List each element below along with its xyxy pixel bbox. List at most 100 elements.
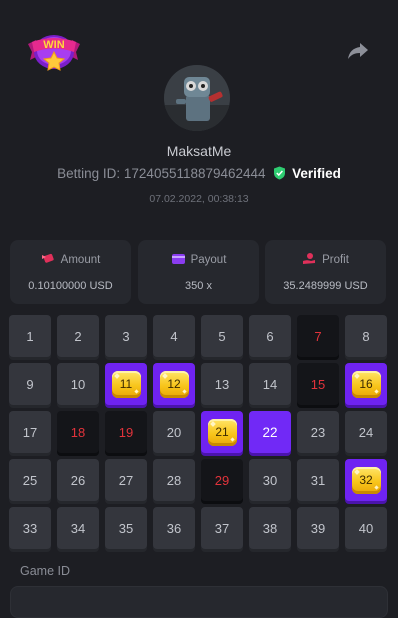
game-id-field[interactable] bbox=[10, 586, 388, 618]
game-id-label: Game ID bbox=[20, 564, 71, 578]
keno-cell-number: 6 bbox=[266, 328, 274, 344]
betting-id-label: Betting ID: bbox=[57, 166, 121, 181]
keno-cell-9[interactable]: 9 bbox=[9, 363, 51, 405]
wallet-icon bbox=[171, 254, 185, 264]
keno-cell-number: 18 bbox=[70, 424, 86, 440]
keno-cell-13[interactable]: 13 bbox=[201, 363, 243, 405]
keno-cell-number: 35 bbox=[118, 520, 134, 536]
keno-cell-number: 26 bbox=[70, 472, 86, 488]
profit-card: Profit 35.2489999 USD bbox=[265, 240, 386, 304]
keno-cell-12[interactable]: 12 bbox=[153, 363, 195, 405]
keno-cell-number: 24 bbox=[358, 424, 374, 440]
keno-cell-number: 8 bbox=[362, 328, 370, 344]
keno-cell-1[interactable]: 1 bbox=[9, 315, 51, 357]
keno-cell-2[interactable]: 2 bbox=[57, 315, 99, 357]
keno-cell-38[interactable]: 38 bbox=[249, 507, 291, 549]
verified-label: Verified bbox=[292, 166, 341, 181]
keno-cell-32[interactable]: 32 bbox=[345, 459, 387, 501]
gem-icon: 16 bbox=[351, 370, 381, 398]
keno-cell-26[interactable]: 26 bbox=[57, 459, 99, 501]
keno-cell-number: 34 bbox=[70, 520, 86, 536]
keno-cell-number: 13 bbox=[214, 376, 230, 392]
keno-cell-23[interactable]: 23 bbox=[297, 411, 339, 453]
keno-cell-number: 31 bbox=[310, 472, 326, 488]
keno-cell-3[interactable]: 3 bbox=[105, 315, 147, 357]
hand-coins-icon bbox=[303, 253, 316, 264]
keno-cell-number: 25 bbox=[22, 472, 38, 488]
keno-cell-number: 33 bbox=[22, 520, 38, 536]
keno-cell-19[interactable]: 19 bbox=[105, 411, 147, 453]
keno-cell-10[interactable]: 10 bbox=[57, 363, 99, 405]
keno-cell-number: 28 bbox=[166, 472, 182, 488]
keno-cell-39[interactable]: 39 bbox=[297, 507, 339, 549]
profit-value: 35.2489999 USD bbox=[283, 280, 368, 292]
keno-cell-25[interactable]: 25 bbox=[9, 459, 51, 501]
keno-cell-number: 37 bbox=[214, 520, 230, 536]
keno-cell-number: 23 bbox=[310, 424, 326, 440]
gem-icon: 12 bbox=[159, 370, 189, 398]
keno-cell-number: 39 bbox=[310, 520, 326, 536]
share-button[interactable] bbox=[346, 40, 370, 62]
betting-id-value: 1724055118879462444 bbox=[123, 166, 266, 181]
keno-cell-29[interactable]: 29 bbox=[201, 459, 243, 501]
keno-cell-16[interactable]: 16 bbox=[345, 363, 387, 405]
amount-card: Amount 0.10100000 USD bbox=[10, 240, 131, 304]
keno-cell-5[interactable]: 5 bbox=[201, 315, 243, 357]
share-arrow-icon bbox=[348, 43, 368, 59]
svg-text:WIN: WIN bbox=[43, 39, 64, 51]
amount-value: 0.10100000 USD bbox=[28, 280, 113, 292]
keno-cell-7[interactable]: 7 bbox=[297, 315, 339, 357]
keno-cell-20[interactable]: 20 bbox=[153, 411, 195, 453]
bet-datetime: 07.02.2022, 00:38:13 bbox=[149, 193, 249, 205]
keno-cell-number: 19 bbox=[118, 424, 134, 440]
avatar bbox=[164, 65, 230, 131]
keno-cell-33[interactable]: 33 bbox=[9, 507, 51, 549]
keno-cell-40[interactable]: 40 bbox=[345, 507, 387, 549]
keno-cell-number: 36 bbox=[166, 520, 182, 536]
keno-cell-15[interactable]: 15 bbox=[297, 363, 339, 405]
keno-cell-24[interactable]: 24 bbox=[345, 411, 387, 453]
betting-id-line: Betting ID: 1724055118879462444 Verified bbox=[0, 166, 398, 181]
keno-cell-number: 7 bbox=[314, 328, 322, 344]
keno-cell-35[interactable]: 35 bbox=[105, 507, 147, 549]
keno-cell-number: 38 bbox=[262, 520, 278, 536]
profit-label: Profit bbox=[322, 254, 349, 266]
keno-cell-36[interactable]: 36 bbox=[153, 507, 195, 549]
keno-cell-8[interactable]: 8 bbox=[345, 315, 387, 357]
keno-cell-21[interactable]: 21 bbox=[201, 411, 243, 453]
keno-cell-17[interactable]: 17 bbox=[9, 411, 51, 453]
keno-cell-number: 17 bbox=[22, 424, 38, 440]
keno-cell-4[interactable]: 4 bbox=[153, 315, 195, 357]
money-wings-icon bbox=[41, 253, 54, 263]
keno-cell-31[interactable]: 31 bbox=[297, 459, 339, 501]
keno-cell-6[interactable]: 6 bbox=[249, 315, 291, 357]
keno-cell-number: 2 bbox=[74, 328, 82, 344]
keno-cell-number: 30 bbox=[262, 472, 278, 488]
keno-cell-number: 4 bbox=[170, 328, 178, 344]
keno-cell-number: 14 bbox=[262, 376, 278, 392]
keno-cell-14[interactable]: 14 bbox=[249, 363, 291, 405]
keno-cell-number: 22 bbox=[262, 424, 278, 440]
keno-cell-37[interactable]: 37 bbox=[201, 507, 243, 549]
gem-icon: 32 bbox=[351, 466, 381, 494]
win-badge-logo: WIN bbox=[22, 26, 86, 74]
keno-cell-number: 27 bbox=[118, 472, 134, 488]
keno-cell-number: 10 bbox=[70, 376, 86, 392]
payout-value: 350 x bbox=[185, 280, 212, 292]
keno-cell-number: 3 bbox=[122, 328, 130, 344]
keno-cell-30[interactable]: 30 bbox=[249, 459, 291, 501]
keno-cell-11[interactable]: 11 bbox=[105, 363, 147, 405]
keno-board: 1 2 3 4 5 6 7 8 9 10 11 12 13 14 15 16 17 18 19 20 21 22 23 24 2… bbox=[9, 315, 387, 549]
keno-cell-number: 40 bbox=[358, 520, 374, 536]
keno-cell-number: 5 bbox=[218, 328, 226, 344]
keno-cell-28[interactable]: 28 bbox=[153, 459, 195, 501]
keno-cell-22[interactable]: 22 bbox=[249, 411, 291, 453]
payout-card: Payout 350 x bbox=[138, 240, 259, 304]
gem-icon: 21 bbox=[207, 418, 237, 446]
keno-cell-18[interactable]: 18 bbox=[57, 411, 99, 453]
keno-cell-number: 1 bbox=[26, 328, 34, 344]
verified-shield-icon bbox=[274, 166, 286, 180]
keno-cell-number: 9 bbox=[26, 376, 34, 392]
keno-cell-27[interactable]: 27 bbox=[105, 459, 147, 501]
keno-cell-34[interactable]: 34 bbox=[57, 507, 99, 549]
